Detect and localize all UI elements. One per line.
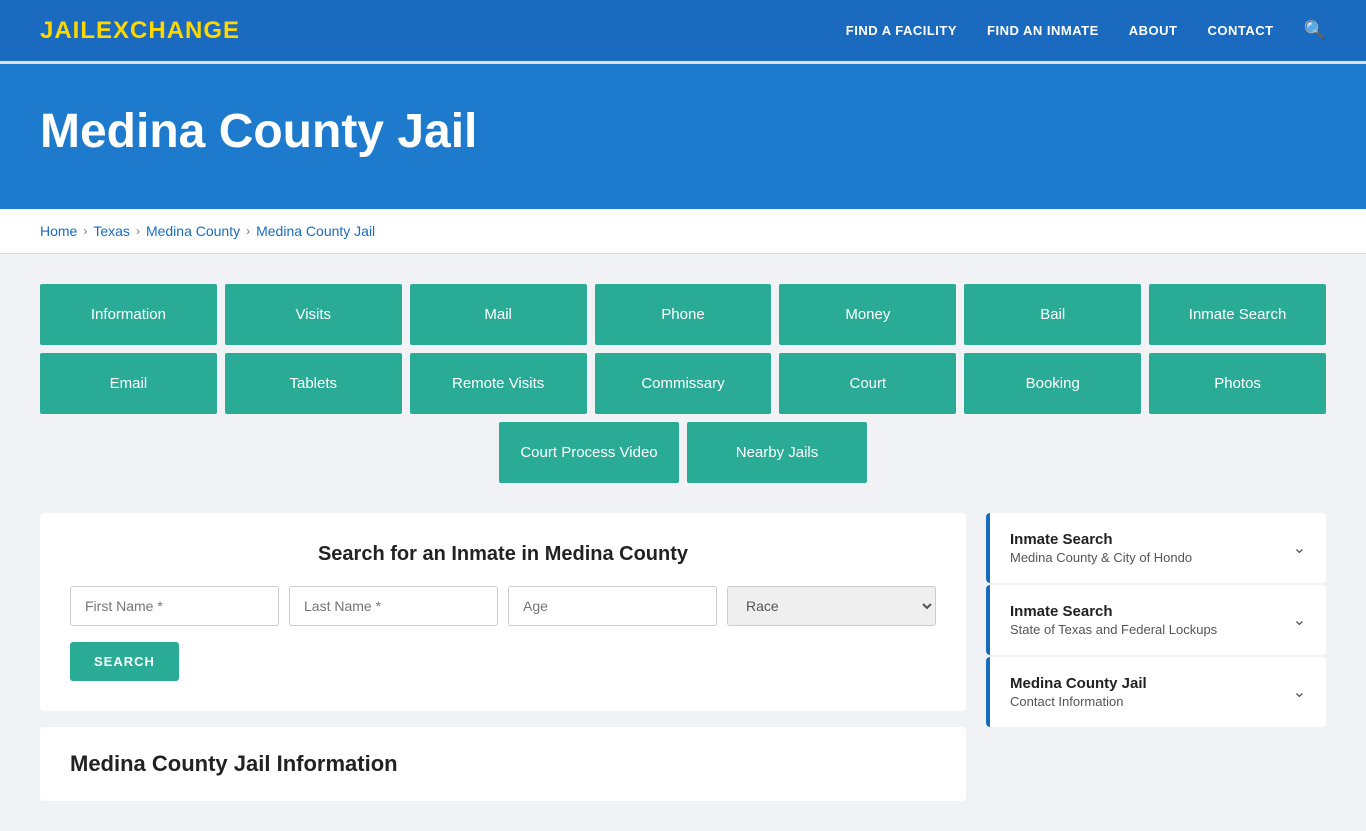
sidebar-card-2: Inmate Search State of Texas and Federal… <box>986 585 1326 655</box>
breadcrumb-texas[interactable]: Texas <box>93 223 130 239</box>
nav-buttons-row1: Information Visits Mail Phone Money Bail… <box>40 284 1326 345</box>
info-title: Medina County Jail Information <box>70 751 936 777</box>
age-input[interactable] <box>508 586 717 626</box>
btn-email[interactable]: Email <box>40 353 217 414</box>
site-logo[interactable]: JAILEXCHANGE <box>40 17 240 45</box>
sidebar-card-sub-2: State of Texas and Federal Lockups <box>1010 622 1217 637</box>
search-icon[interactable]: 🔍 <box>1304 20 1326 41</box>
btn-bail[interactable]: Bail <box>964 284 1141 345</box>
btn-money[interactable]: Money <box>779 284 956 345</box>
inmate-search-panel: Search for an Inmate in Medina County Ra… <box>40 513 966 711</box>
chevron-down-icon-1: ⌄ <box>1293 538 1306 558</box>
btn-phone[interactable]: Phone <box>595 284 772 345</box>
nav-buttons-row2: Email Tablets Remote Visits Commissary C… <box>40 353 1326 414</box>
btn-inmate-search[interactable]: Inmate Search <box>1149 284 1326 345</box>
breadcrumb-sep-2: › <box>136 224 140 238</box>
sidebar-card-text-3: Medina County Jail Contact Information <box>1010 675 1147 709</box>
btn-tablets[interactable]: Tablets <box>225 353 402 414</box>
sidebar-card-title-1: Inmate Search <box>1010 531 1192 548</box>
nav-contact[interactable]: CONTACT <box>1207 23 1273 38</box>
search-inputs: Race White Black Hispanic Asian Other <box>70 586 936 626</box>
first-name-input[interactable] <box>70 586 279 626</box>
btn-photos[interactable]: Photos <box>1149 353 1326 414</box>
breadcrumb-current: Medina County Jail <box>256 223 375 239</box>
sidebar-card-title-2: Inmate Search <box>1010 603 1217 620</box>
btn-booking[interactable]: Booking <box>964 353 1141 414</box>
race-select[interactable]: Race White Black Hispanic Asian Other <box>727 586 936 626</box>
breadcrumb: Home › Texas › Medina County › Medina Co… <box>0 209 1366 254</box>
btn-remote-visits[interactable]: Remote Visits <box>410 353 587 414</box>
sidebar-card-sub-1: Medina County & City of Hondo <box>1010 550 1192 565</box>
breadcrumb-sep-3: › <box>246 224 250 238</box>
site-header: JAILEXCHANGE FIND A FACILITY FIND AN INM… <box>0 0 1366 64</box>
last-name-input[interactable] <box>289 586 498 626</box>
main-content: Information Visits Mail Phone Money Bail… <box>0 254 1366 831</box>
btn-nearby-jails[interactable]: Nearby Jails <box>687 422 867 483</box>
nav-buttons-row3: Court Process Video Nearby Jails <box>40 422 1326 483</box>
btn-information[interactable]: Information <box>40 284 217 345</box>
sidebar-card-sub-3: Contact Information <box>1010 694 1147 709</box>
sidebar: Inmate Search Medina County & City of Ho… <box>986 513 1326 801</box>
nav-find-inmate[interactable]: FIND AN INMATE <box>987 23 1099 38</box>
breadcrumb-home[interactable]: Home <box>40 223 77 239</box>
chevron-down-icon-3: ⌄ <box>1293 682 1306 702</box>
sidebar-card-text-1: Inmate Search Medina County & City of Ho… <box>1010 531 1192 565</box>
breadcrumb-sep-1: › <box>83 224 87 238</box>
page-title: Medina County Jail <box>40 104 1326 159</box>
content-area: Search for an Inmate in Medina County Ra… <box>40 513 1326 801</box>
sidebar-card-header-1[interactable]: Inmate Search Medina County & City of Ho… <box>986 513 1326 583</box>
logo-highlight: EXCHANGE <box>96 17 240 44</box>
search-button[interactable]: SEARCH <box>70 642 179 681</box>
info-section: Medina County Jail Information <box>40 727 966 801</box>
search-title: Search for an Inmate in Medina County <box>70 543 936 566</box>
btn-mail[interactable]: Mail <box>410 284 587 345</box>
left-column: Search for an Inmate in Medina County Ra… <box>40 513 966 801</box>
hero-section: Medina County Jail <box>0 64 1366 209</box>
sidebar-card-title-3: Medina County Jail <box>1010 675 1147 692</box>
sidebar-card-header-3[interactable]: Medina County Jail Contact Information ⌄ <box>986 657 1326 727</box>
main-nav: FIND A FACILITY FIND AN INMATE ABOUT CON… <box>846 20 1326 41</box>
breadcrumb-medina-county[interactable]: Medina County <box>146 223 240 239</box>
sidebar-card-text-2: Inmate Search State of Texas and Federal… <box>1010 603 1217 637</box>
sidebar-card-1: Inmate Search Medina County & City of Ho… <box>986 513 1326 583</box>
sidebar-card-header-2[interactable]: Inmate Search State of Texas and Federal… <box>986 585 1326 655</box>
btn-court-process-video[interactable]: Court Process Video <box>499 422 679 483</box>
btn-commissary[interactable]: Commissary <box>595 353 772 414</box>
chevron-down-icon-2: ⌄ <box>1293 610 1306 630</box>
nav-about[interactable]: ABOUT <box>1129 23 1178 38</box>
btn-court[interactable]: Court <box>779 353 956 414</box>
logo-part1: JAIL <box>40 17 96 44</box>
nav-find-facility[interactable]: FIND A FACILITY <box>846 23 957 38</box>
btn-visits[interactable]: Visits <box>225 284 402 345</box>
sidebar-card-3: Medina County Jail Contact Information ⌄ <box>986 657 1326 727</box>
